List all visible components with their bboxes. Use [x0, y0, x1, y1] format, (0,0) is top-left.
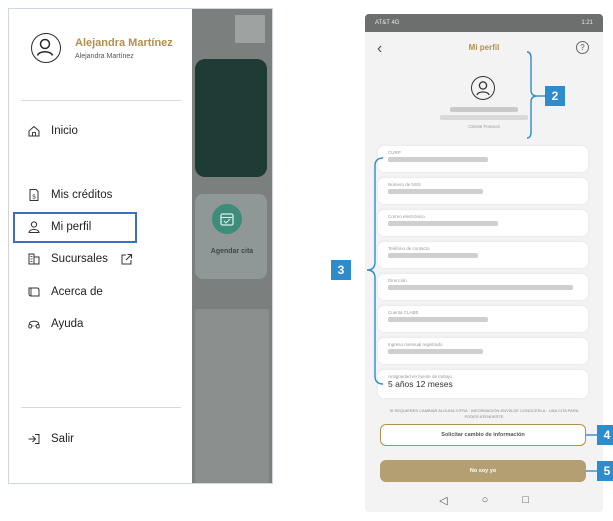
- field-label: Ingreso mensual registrado: [388, 342, 443, 347]
- field-value-redacted: [388, 253, 478, 258]
- profile-avatar-icon: [471, 76, 495, 100]
- drawer-profile-header[interactable]: Alejandra Martínez Alejandra Martínez: [31, 33, 173, 63]
- background-lower-panel: [195, 309, 269, 483]
- info-note: SI REQUIERES CAMBIAR ALGUNA CIFRA · INFO…: [389, 408, 579, 419]
- field-label: Correo electrónico: [388, 214, 425, 219]
- selected-item-highlight: [13, 212, 137, 243]
- field-curp: CURP: [378, 146, 588, 172]
- android-nav-bar: ◁ ○ □: [365, 488, 603, 512]
- schedule-label: Agendar cita: [210, 248, 254, 255]
- drawer-divider-top: [21, 100, 181, 101]
- menu-item-label: Mis créditos: [51, 189, 113, 201]
- left-phone-screen: Agendar cita Alejandra Martínez Alejandr…: [8, 8, 273, 484]
- menu-item-label: Inicio: [51, 125, 78, 137]
- background-topbar-box: [235, 15, 265, 43]
- menu-item-acerca-de[interactable]: Acerca de: [27, 285, 103, 299]
- callout-badge-3: 3: [331, 260, 351, 280]
- field-seniority: Antigüedad en fuente de trabajo 5 años 1…: [378, 370, 588, 398]
- field-label: Número de NSS: [388, 182, 421, 187]
- help-icon[interactable]: ?: [576, 41, 589, 54]
- page-title: Mi perfil: [468, 43, 500, 52]
- external-link-icon: [120, 252, 134, 266]
- screenshot-root: Agendar cita Alejandra Martínez Alejandr…: [0, 0, 613, 521]
- field-value: 5 años 12 meses: [388, 379, 453, 389]
- callout-badge-2: 2: [545, 86, 565, 106]
- callout-badge-4: 4: [597, 425, 613, 445]
- profile-name-redacted: [450, 107, 518, 112]
- menu-item-ayuda[interactable]: Ayuda: [27, 317, 83, 331]
- field-label: Cuenta CLABE: [388, 310, 419, 315]
- avatar-icon: [31, 33, 61, 63]
- field-value-redacted: [388, 221, 498, 226]
- document-dollar-icon: $: [27, 188, 41, 202]
- menu-item-inicio[interactable]: Inicio: [27, 124, 78, 138]
- field-email: Correo electrónico: [378, 210, 588, 236]
- building-icon: [27, 252, 41, 266]
- field-label: CURP: [388, 150, 401, 155]
- menu-item-sucursales[interactable]: Sucursales: [27, 252, 134, 266]
- nav-recents-icon[interactable]: □: [522, 494, 529, 506]
- field-value-redacted: [388, 157, 488, 162]
- menu-item-label: Salir: [51, 433, 75, 445]
- field-phone: Teléfono de contacto: [378, 242, 588, 268]
- background-credit-card: [195, 59, 267, 177]
- navigation-drawer: Alejandra Martínez Alejandra Martínez In…: [9, 9, 192, 483]
- user-name: Alejandra Martínez: [75, 36, 173, 49]
- home-icon: [27, 124, 41, 138]
- field-value-redacted: [388, 285, 573, 290]
- menu-item-salir[interactable]: Salir: [27, 432, 74, 446]
- field-address: Dirección: [378, 274, 588, 300]
- svg-text:$: $: [32, 193, 36, 201]
- profile-id-redacted: [440, 115, 528, 120]
- callout-badge-5: 5: [597, 461, 613, 481]
- drawer-divider-bottom: [21, 407, 181, 408]
- user-subname: Alejandra Martínez: [75, 52, 134, 60]
- nav-home-icon[interactable]: ○: [482, 494, 489, 506]
- right-phone-screen: AT&T 4G 1:21 ‹ Mi perfil ? Cliente Fonac…: [365, 14, 603, 512]
- field-value-redacted: [388, 349, 483, 354]
- field-value-redacted: [388, 317, 488, 322]
- calendar-icon: [212, 204, 242, 234]
- nav-back-icon[interactable]: ◁: [439, 494, 447, 507]
- field-label: Dirección: [388, 278, 407, 283]
- menu-item-label: Ayuda: [51, 318, 84, 330]
- menu-item-label: Sucursales: [51, 253, 108, 265]
- menu-item-label: Acerca de: [51, 286, 103, 298]
- field-clabe: Cuenta CLABE: [378, 306, 588, 332]
- status-bar: AT&T 4G 1:21: [365, 14, 603, 32]
- menu-item-mis-creditos[interactable]: $ Mis créditos: [27, 188, 112, 202]
- info-card-icon: [27, 285, 41, 299]
- field-income: Ingreso mensual registrado: [378, 338, 588, 364]
- field-value-redacted: [388, 189, 483, 194]
- logout-icon: [27, 432, 41, 446]
- not-me-button[interactable]: No soy yo: [380, 460, 586, 482]
- client-label: Cliente Fonacot: [468, 124, 500, 129]
- headset-icon: [27, 317, 41, 331]
- profile-header: ‹ Mi perfil ?: [365, 32, 603, 62]
- status-time: 1:21: [581, 20, 593, 26]
- status-carrier: AT&T 4G: [375, 20, 400, 26]
- field-label: Teléfono de contacto: [388, 246, 430, 251]
- request-change-button[interactable]: Solicitar cambio de información: [380, 424, 586, 446]
- field-nss: Número de NSS: [378, 178, 588, 204]
